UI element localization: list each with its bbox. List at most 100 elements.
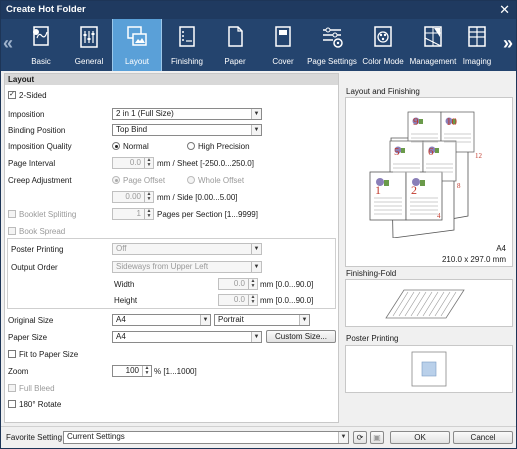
page-number: 5 — [394, 146, 400, 158]
chevron-down-icon: ▼ — [251, 125, 261, 135]
orientation-select[interactable]: Portrait ▼ — [214, 314, 310, 326]
output-order-label: Output Order — [11, 263, 58, 272]
full-bleed-checkbox[interactable] — [8, 384, 16, 392]
whole-offset-radio[interactable] — [187, 176, 195, 184]
height-label: Height — [114, 296, 138, 305]
creep-value-input[interactable]: 0.00 ▲ ▼ — [112, 191, 154, 203]
spinner-icon[interactable]: ▲ ▼ — [142, 366, 151, 376]
spinner-icon[interactable]: ▲ ▼ — [248, 279, 257, 289]
tab-label: Finishing — [170, 57, 203, 66]
page-number: 6 — [428, 146, 434, 158]
preview-panel: Layout and Finishing 9 10 5 6 1 2 4 8 12… — [343, 83, 514, 423]
select-value: Current Settings — [67, 432, 125, 441]
paper-size-label: Paper Size — [8, 333, 48, 342]
select-value: Sideways from Upper Left — [116, 262, 209, 271]
page-offset-radio[interactable] — [112, 176, 120, 184]
poster-printing-title: Poster Printing — [346, 334, 399, 343]
input-value: 0.00 — [125, 192, 141, 201]
create-hot-folder-window: Create Hot Folder ✕ « Basic General Layo… — [0, 0, 517, 449]
zoom-input[interactable]: 100 ▲ ▼ — [112, 365, 152, 377]
tab-basic[interactable]: Basic — [16, 19, 66, 71]
tab-cover[interactable]: Cover — [258, 19, 308, 71]
spinner-icon[interactable]: ▲ ▼ — [144, 209, 153, 219]
paper-name: A4 — [496, 244, 506, 253]
page-interval-unit: mm / Sheet [-250.0...250.0] — [157, 159, 254, 168]
booklet-splitting-unit: Pages per Section [1...9999] — [157, 210, 258, 219]
tab-imaging[interactable]: Imaging — [452, 19, 502, 71]
fold-preview — [385, 289, 465, 319]
finishing-fold-box — [345, 279, 513, 327]
imposition-label: Imposition — [8, 110, 45, 119]
layout-finishing-title: Layout and Finishing — [346, 87, 420, 96]
color-mode-icon — [374, 26, 392, 47]
page-offset-label: Page Offset — [123, 176, 166, 185]
tab-label: Basic — [31, 57, 51, 66]
save-icon[interactable]: ▣ — [370, 431, 384, 444]
select-value: Off — [116, 244, 127, 253]
page-number: 2 — [411, 183, 417, 197]
page-number: 1 — [375, 183, 381, 197]
paper-size-select[interactable]: A4 ▼ — [112, 331, 262, 343]
original-size-label: Original Size — [8, 316, 54, 325]
finishing-icon — [179, 26, 195, 47]
rotate-180-checkbox[interactable] — [8, 400, 16, 408]
scroll-right-icon[interactable]: » — [503, 33, 513, 54]
cancel-button[interactable]: Cancel — [453, 431, 513, 444]
page-interval-label: Page Interval — [8, 159, 56, 168]
imposition-select[interactable]: 2 in 1 (Full Size) ▼ — [112, 108, 262, 120]
tab-layout[interactable]: Layout — [112, 19, 162, 71]
chevron-down-icon: ▼ — [251, 109, 261, 119]
refresh-icon[interactable]: ⟳ — [353, 431, 367, 444]
two-sided-checkbox[interactable]: ✓ — [8, 91, 16, 99]
fit-to-paper-size-label: Fit to Paper Size — [19, 350, 79, 359]
chevron-down-icon: ▼ — [251, 244, 261, 254]
page-number: 12 — [475, 152, 483, 160]
output-order-select[interactable]: Sideways from Upper Left ▼ — [112, 261, 262, 273]
booklet-splitting-checkbox[interactable] — [8, 210, 16, 218]
tab-color-mode[interactable]: Color Mode — [358, 19, 408, 71]
booklet-splitting-label: Booklet Splitting — [19, 210, 77, 219]
select-value: 2 in 1 (Full Size) — [116, 109, 174, 118]
window-title: Create Hot Folder — [6, 4, 86, 15]
ok-button[interactable]: OK — [390, 431, 450, 444]
poster-printing-box — [345, 345, 513, 393]
scroll-left-icon[interactable]: « — [3, 33, 13, 54]
binding-position-select[interactable]: Top Bind ▼ — [112, 124, 262, 136]
book-spread-checkbox[interactable] — [8, 227, 16, 235]
general-icon — [80, 26, 98, 48]
input-value: 0.0 — [233, 279, 245, 288]
select-value: Portrait — [218, 315, 244, 324]
creep-adjustment-label: Creep Adjustment — [8, 176, 72, 185]
width-unit: mm [0.0...90.0] — [260, 280, 314, 289]
paper-icon — [228, 26, 243, 47]
fit-to-paper-size-checkbox[interactable] — [8, 350, 16, 358]
width-input[interactable]: 0.0 ▲ ▼ — [218, 278, 258, 290]
tab-paper[interactable]: Paper — [210, 19, 260, 71]
poster-printing-select[interactable]: Off ▼ — [112, 243, 262, 255]
height-input[interactable]: 0.0 ▲ ▼ — [218, 294, 258, 306]
chevron-down-icon: ▼ — [299, 315, 309, 325]
layout-preview-box: 9 10 5 6 1 2 4 8 12 A4 210.0 x 297.0 mm — [345, 97, 513, 267]
input-value: 0.0 — [233, 295, 245, 304]
paper-dimensions: 210.0 x 297.0 mm — [441, 255, 506, 264]
spinner-icon[interactable]: ▲ ▼ — [248, 295, 257, 305]
close-icon[interactable]: ✕ — [499, 2, 510, 18]
original-size-select[interactable]: A4 ▼ — [112, 314, 211, 326]
select-value: A4 — [116, 332, 126, 341]
page-number: 10 — [446, 116, 458, 128]
normal-radio[interactable] — [112, 142, 120, 150]
tab-finishing[interactable]: Finishing — [162, 19, 212, 71]
zoom-label: Zoom — [8, 367, 29, 376]
tab-label: Color Mode — [362, 57, 404, 66]
custom-size-button[interactable]: Custom Size... — [266, 330, 336, 343]
tab-general[interactable]: General — [64, 19, 114, 71]
page-interval-input[interactable]: 0.0 ▲ ▼ — [112, 157, 154, 169]
tab-page-settings[interactable]: Page Settings — [306, 19, 358, 71]
high-precision-radio[interactable] — [187, 142, 195, 150]
full-bleed-label: Full Bleed — [19, 384, 55, 393]
spinner-icon[interactable]: ▲ ▼ — [144, 158, 153, 168]
booklet-splitting-input[interactable]: 1 ▲ ▼ — [112, 208, 154, 220]
favorite-setting-select[interactable]: Current Settings ▼ — [63, 431, 349, 444]
basic-icon — [33, 26, 49, 46]
spinner-icon[interactable]: ▲ ▼ — [144, 192, 153, 202]
